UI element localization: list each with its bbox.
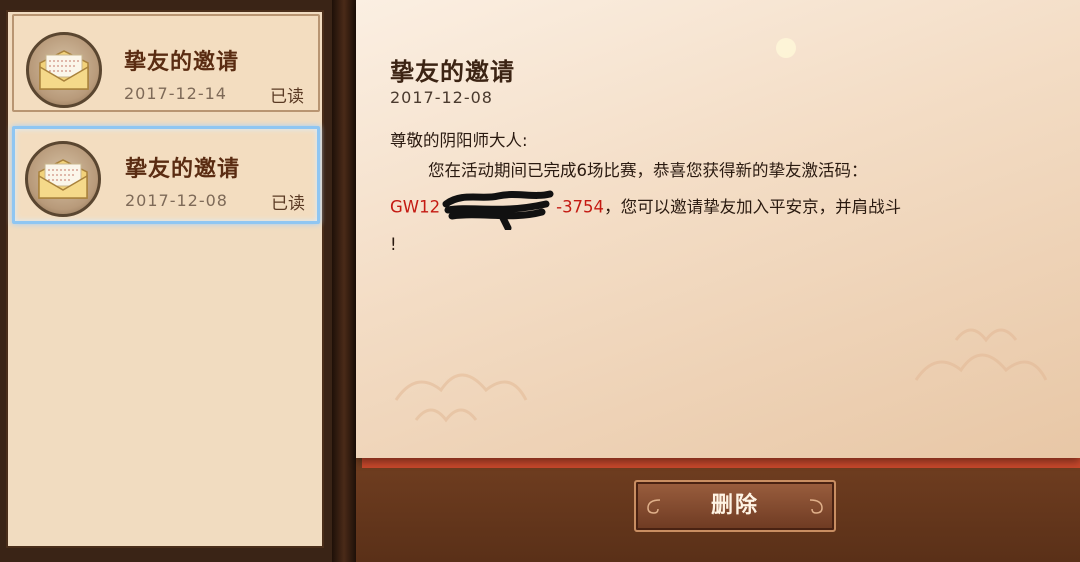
mail-list-frame: 挚友的邀请 2017-12-14 已读 挚友的邀请 2017-12-08 已读 <box>0 0 332 562</box>
message-line-1: 您在活动期间已完成6场比赛，恭喜您获得新的挚友激活码： <box>428 161 868 180</box>
message-line-2: GW12 -3754，您可以邀请挚友加入平安京，并肩战斗 <box>390 186 1040 230</box>
envelope-icon <box>25 141 101 217</box>
redaction-scribble-icon <box>442 190 554 230</box>
mail-item-date: 2017-12-14 <box>124 84 227 103</box>
message-title: 挚友的邀请 <box>390 58 515 86</box>
curl-ornament-icon <box>647 499 661 514</box>
mail-item-title: 挚友的邀请 <box>124 50 240 75</box>
message-date: 2017-12-08 <box>390 88 493 107</box>
panel-divider <box>332 0 356 562</box>
mail-item-status: 已读 <box>271 194 305 214</box>
activation-code-suffix: -3754 <box>556 197 605 217</box>
envelope-icon <box>26 32 102 108</box>
message-line-2-tail: ，您可以邀请挚友加入平安京，并肩战斗 <box>604 197 902 217</box>
mail-item-status: 已读 <box>270 87 304 107</box>
mail-item-title: 挚友的邀请 <box>125 157 241 182</box>
activation-code-prefix: GW12 <box>390 197 441 217</box>
mail-item-selected[interactable]: 挚友的邀请 2017-12-08 已读 <box>12 126 320 224</box>
message-body: 尊敬的阴阳师大人: 您在活动期间已完成6场比赛，恭喜您获得新的挚友激活码： GW… <box>390 126 1040 260</box>
mail-item-date: 2017-12-08 <box>125 191 228 210</box>
delete-button-label: 删除 <box>710 493 759 518</box>
mail-list: 挚友的邀请 2017-12-14 已读 挚友的邀请 2017-12-08 已读 <box>6 10 324 548</box>
message-greeting: 尊敬的阴阳师大人: <box>390 131 528 150</box>
mail-item[interactable]: 挚友的邀请 2017-12-14 已读 <box>12 14 320 112</box>
curl-ornament-icon <box>809 499 823 514</box>
message-paper: 挚友的邀请 2017-12-08 尊敬的阴阳师大人: 您在活动期间已完成6场比赛… <box>356 0 1080 458</box>
message-line-3: ! <box>390 235 397 254</box>
delete-button[interactable]: 删除 <box>634 480 836 532</box>
